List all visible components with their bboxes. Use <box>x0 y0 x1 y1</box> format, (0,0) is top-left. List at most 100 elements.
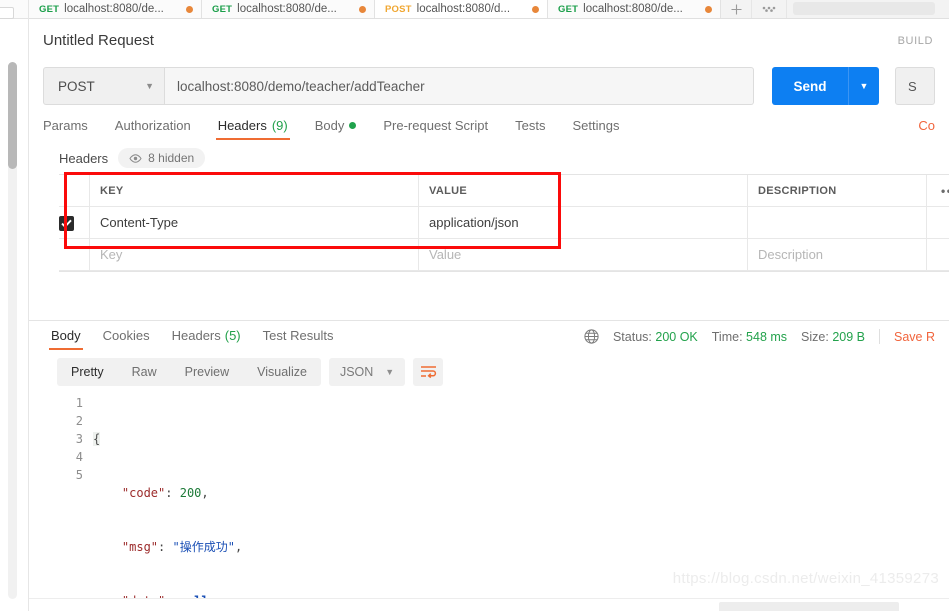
tabstrip-spacer <box>786 0 949 18</box>
request-tab-4[interactable]: GET localhost:8080/de... <box>548 0 721 18</box>
row-key-cell[interactable]: Content-Type <box>89 206 419 239</box>
row-value-cell[interactable]: Value <box>418 238 748 271</box>
globe-icon[interactable] <box>584 329 599 344</box>
hidden-headers-count: 8 hidden <box>148 151 195 165</box>
table-header-row: KEY VALUE DESCRIPTION ••• Bulk Edit <box>59 175 949 207</box>
column-header-actions: ••• Bulk Edit <box>926 175 949 207</box>
plus-icon <box>731 4 741 14</box>
response-tab-cookies[interactable]: Cookies <box>103 328 150 350</box>
environment-selector[interactable] <box>793 2 935 15</box>
request-tabs: Params Authorization Headers (9) Body Pr… <box>29 110 949 140</box>
row-checkbox-cell[interactable] <box>59 238 90 271</box>
tab-count-badge: (5) <box>224 328 241 343</box>
row-description-cell[interactable]: Description <box>747 238 927 271</box>
hidden-headers-toggle[interactable]: 8 hidden <box>118 148 206 168</box>
tab-authorization[interactable]: Authorization <box>115 118 191 140</box>
response-format-select[interactable]: JSON ▼ <box>328 358 406 386</box>
header-options-ellipsis-icon[interactable]: ••• <box>937 175 949 206</box>
unsaved-dot-icon <box>186 5 193 13</box>
tab-label: Cookies <box>102 328 150 343</box>
line-number: 1 <box>75 396 83 410</box>
chevron-down-icon: ▼ <box>145 81 154 91</box>
tab-label: Test Results <box>262 328 334 343</box>
size-label: Size: <box>801 329 829 344</box>
send-options-chevron-down-icon[interactable]: ▼ <box>848 67 879 105</box>
tabstrip-more-button[interactable] <box>752 0 786 18</box>
time-label: Time: <box>711 329 743 344</box>
send-button[interactable]: Send <box>772 67 848 105</box>
response-meta: Status: 200 OK Time: 548 ms Size: 209 B … <box>584 329 935 350</box>
body-present-dot-icon <box>349 122 357 129</box>
response-tab-headers[interactable]: Headers (5) <box>172 328 241 350</box>
tab-title: localhost:8080/de... <box>583 3 683 15</box>
save-response-button[interactable]: Save R <box>894 330 935 344</box>
tab-method-label: POST <box>385 3 412 15</box>
request-tabstrip: GET localhost:8080/de... GET localhost:8… <box>29 0 949 19</box>
view-mode-raw[interactable]: Raw <box>118 358 171 386</box>
url-input[interactable]: localhost:8080/demo/teacher/addTeacher <box>165 67 754 105</box>
size-group: Size: 209 B <box>801 330 865 344</box>
tab-method-label: GET <box>212 3 233 15</box>
line-number-gutter: 1 2 3 4 5 <box>57 394 93 611</box>
checkbox-checked-icon[interactable] <box>59 215 74 231</box>
wrap-lines-button[interactable] <box>413 358 444 386</box>
row-checkbox-cell[interactable] <box>59 206 90 239</box>
row-description-cell[interactable] <box>747 206 927 239</box>
status-bar <box>29 598 949 611</box>
view-mode-preview[interactable]: Preview <box>171 358 243 386</box>
tab-label: Headers <box>171 328 221 343</box>
tab-params[interactable]: Params <box>43 118 88 140</box>
unsaved-dot-icon <box>532 5 539 13</box>
response-tab-body[interactable]: Body <box>49 328 83 350</box>
table-row[interactable]: Key Value Description <box>59 238 949 271</box>
tab-settings[interactable]: Settings <box>572 118 619 140</box>
headers-table-wrap: KEY VALUE DESCRIPTION ••• Bulk Edit <box>59 172 949 272</box>
json-value-msg-quoted: "操作成功" <box>172 540 235 554</box>
row-value-text: application/json <box>429 215 519 230</box>
row-value-cell[interactable]: application/json <box>418 206 748 239</box>
view-mode-visualize[interactable]: Visualize <box>243 358 321 386</box>
json-key-msg: "msg" <box>121 540 159 554</box>
response-tab-test-results[interactable]: Test Results <box>263 328 334 350</box>
tab-pre-request-script[interactable]: Pre-request Script <box>383 118 488 140</box>
tab-count-badge: (9) <box>271 118 288 133</box>
line-number: 5 <box>75 468 83 482</box>
request-tab-2[interactable]: GET localhost:8080/de... <box>202 0 375 18</box>
tab-label: Pre-request Script <box>383 118 489 133</box>
wrap-lines-icon <box>420 366 436 379</box>
save-button[interactable]: S <box>895 67 935 105</box>
view-mode-pretty[interactable]: Pretty <box>57 358 118 386</box>
tab-label: Settings <box>572 118 620 133</box>
request-tab-3-active[interactable]: POST localhost:8080/d... <box>375 0 548 18</box>
sidebar-scrollbar[interactable] <box>8 62 17 599</box>
sidebar-top-stub <box>0 0 28 19</box>
tab-method-label: GET <box>558 3 579 15</box>
cookies-link[interactable]: Co <box>918 118 935 140</box>
code-line: "code": 200, <box>121 486 209 500</box>
size-value: 209 B <box>832 329 865 344</box>
column-header-description: DESCRIPTION <box>747 175 927 207</box>
left-gutter <box>0 0 29 611</box>
request-tab-1[interactable]: GET localhost:8080/de... <box>29 0 202 18</box>
row-key-cell[interactable]: Key <box>89 238 419 271</box>
code-line: "msg": "操作成功", <box>121 540 243 554</box>
time-group: Time: 548 ms <box>712 330 787 344</box>
tab-title: localhost:8080/d... <box>416 3 511 15</box>
table-row[interactable]: Content-Type application/json <box>59 206 949 239</box>
column-header-key: KEY <box>89 175 419 207</box>
tab-body[interactable]: Body <box>315 118 357 140</box>
unsaved-dot-icon <box>705 5 712 13</box>
sidebar-scrollbar-thumb[interactable] <box>8 62 17 169</box>
row-description-placeholder: Description <box>758 247 824 262</box>
new-tab-button[interactable] <box>721 0 752 18</box>
build-link[interactable]: BUILD <box>898 35 933 47</box>
unsaved-dot-icon <box>359 5 366 13</box>
http-method-select[interactable]: POST ▼ <box>43 67 165 105</box>
tab-headers[interactable]: Headers (9) <box>215 118 290 140</box>
line-number: 4 <box>75 450 83 464</box>
tab-tests[interactable]: Tests <box>515 118 545 140</box>
line-number: 2 <box>75 414 83 428</box>
eye-icon <box>129 153 142 163</box>
status-badge: 200 OK <box>655 329 698 344</box>
ellipsis-icon <box>762 6 776 12</box>
